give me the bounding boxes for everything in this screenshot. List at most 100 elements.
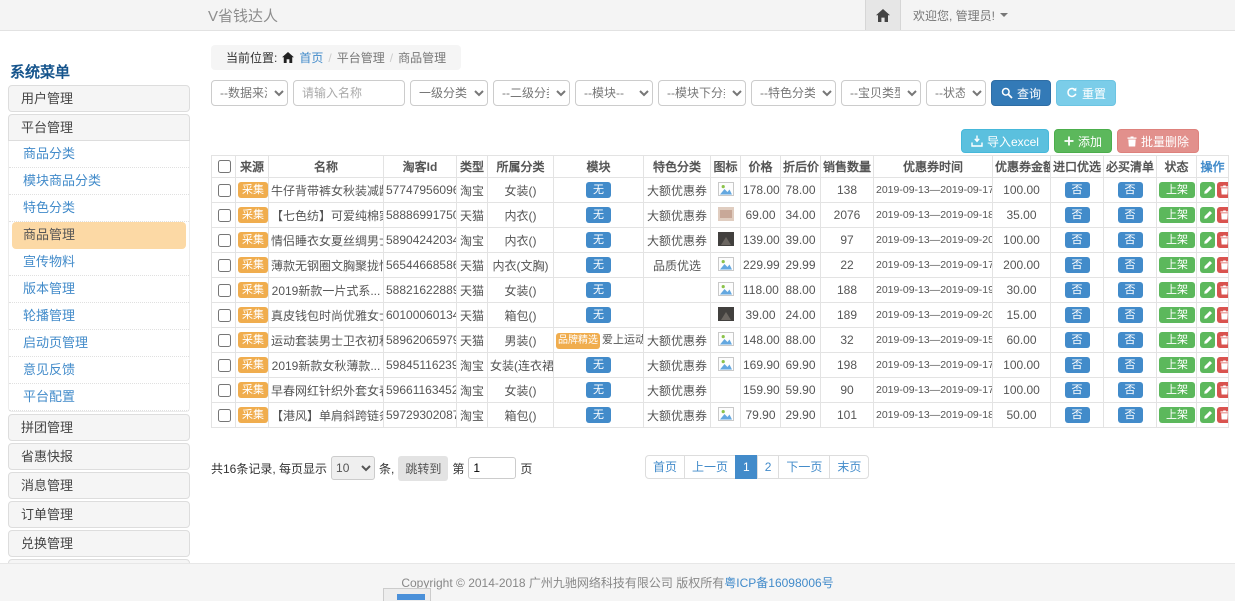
edit-button[interactable] xyxy=(1200,182,1215,198)
category-cell: 男装() xyxy=(488,328,554,353)
import-button-label: 导入excel xyxy=(987,133,1039,150)
sidebar-group[interactable]: 订单管理 xyxy=(8,501,190,528)
status-select[interactable]: --状态-- xyxy=(926,80,986,106)
pager-prev[interactable]: 上一页 xyxy=(684,455,736,479)
edit-button[interactable] xyxy=(1200,257,1215,273)
delete-button[interactable] xyxy=(1217,182,1229,198)
source-badge: 采集 xyxy=(238,307,268,323)
feature-cell: 大额优惠券 xyxy=(644,228,711,253)
delete-button[interactable] xyxy=(1217,357,1229,373)
pager-next[interactable]: 下一页 xyxy=(778,455,830,479)
coupon-time-cell: 2019-09-13—2019-09-20 xyxy=(874,303,993,328)
row-select-cell xyxy=(212,253,236,278)
taoke-id-cell: 565446685867 xyxy=(384,253,457,278)
icp-link[interactable]: 粤ICP备16098006号 xyxy=(724,574,833,591)
category-cell: 内衣() xyxy=(488,228,554,253)
coupon-amount-cell: 100.00 xyxy=(993,378,1051,403)
row-checkbox[interactable] xyxy=(218,409,231,422)
row-checkbox[interactable] xyxy=(218,259,231,272)
sidebar-item[interactable]: 平台配置 xyxy=(9,384,189,411)
sidebar-group-expanded[interactable]: 平台管理 xyxy=(8,114,190,141)
sidebar-group[interactable]: 拼团管理 xyxy=(8,414,190,441)
sidebar-group[interactable]: 兑换管理 xyxy=(8,530,190,557)
delete-button[interactable] xyxy=(1217,307,1229,323)
row-checkbox[interactable] xyxy=(218,309,231,322)
name-cell: 真皮钱包时尚优雅女士... xyxy=(269,303,384,328)
status-badge: 上架 xyxy=(1159,357,1195,373)
module-subcategory-select[interactable]: --模块下分类-- xyxy=(658,80,746,106)
delete-button[interactable] xyxy=(1217,257,1229,273)
module-none-badge: 无 xyxy=(586,282,611,298)
user-menu[interactable]: 欢迎您, 管理员! xyxy=(901,0,1020,30)
edit-button[interactable] xyxy=(1200,357,1215,373)
sidebar-item[interactable]: 启动页管理 xyxy=(9,330,189,357)
breadcrumb-home-link[interactable]: 首页 xyxy=(299,49,323,66)
jump-button[interactable]: 跳转到 xyxy=(398,456,448,481)
sidebar-item[interactable]: 特色分类 xyxy=(9,195,189,222)
data-source-select[interactable]: --数据来源-- xyxy=(211,80,288,106)
edit-button[interactable] xyxy=(1200,407,1215,423)
sidebar-item[interactable]: 宣传物料 xyxy=(9,249,189,276)
edit-button[interactable] xyxy=(1200,382,1215,398)
sidebar-item[interactable]: 轮播管理 xyxy=(9,303,189,330)
jump-page-input[interactable] xyxy=(468,457,516,479)
discount-price-cell: 88.00 xyxy=(781,328,821,353)
delete-button[interactable] xyxy=(1217,207,1229,223)
sidebar-group[interactable]: 消息管理 xyxy=(8,472,190,499)
edit-button[interactable] xyxy=(1200,282,1215,298)
column-header: 进口优选 xyxy=(1051,156,1104,178)
sidebar-item[interactable]: 模块商品分类 xyxy=(9,168,189,195)
name-input[interactable] xyxy=(293,80,405,106)
row-checkbox[interactable] xyxy=(218,359,231,372)
edit-button[interactable] xyxy=(1200,207,1215,223)
row-checkbox[interactable] xyxy=(218,334,231,347)
row-checkbox[interactable] xyxy=(218,234,231,247)
edit-button[interactable] xyxy=(1200,332,1215,348)
sidebar-group[interactable]: 用户管理 xyxy=(8,85,190,112)
row-checkbox[interactable] xyxy=(218,184,231,197)
pager-last[interactable]: 末页 xyxy=(829,455,869,479)
feature-category-select[interactable]: --特色分类-- xyxy=(751,80,836,106)
feature-cell: 大额优惠券 xyxy=(644,203,711,228)
import-excel-button[interactable]: 导入excel xyxy=(961,129,1049,153)
edit-icon xyxy=(1203,210,1213,220)
sales-cell: 2076 xyxy=(821,203,874,228)
coupon-time-cell: 2019-09-13—2019-09-18 xyxy=(874,203,993,228)
delete-button[interactable] xyxy=(1217,232,1229,248)
edit-button[interactable] xyxy=(1200,232,1215,248)
item-type-select[interactable]: --宝贝类型-- xyxy=(841,80,921,106)
level2-category-select[interactable]: --二级分类-- xyxy=(493,80,570,106)
sidebar-group[interactable]: 省惠快报 xyxy=(8,443,190,470)
import-select-cell: 否 xyxy=(1051,253,1104,278)
delete-button[interactable] xyxy=(1217,382,1229,398)
bulk-delete-button[interactable]: 批量删除 xyxy=(1117,129,1199,153)
pager-first[interactable]: 首页 xyxy=(645,455,685,479)
row-checkbox[interactable] xyxy=(218,209,231,222)
home-button[interactable] xyxy=(865,0,901,30)
per-page-select[interactable]: 10 xyxy=(331,456,375,480)
select-all-checkbox[interactable] xyxy=(218,160,231,173)
sidebar-item[interactable]: 商品分类 xyxy=(9,141,189,168)
reset-button[interactable]: 重置 xyxy=(1056,80,1116,106)
module-none-badge: 无 xyxy=(586,257,611,273)
sidebar-item[interactable]: 商品管理 xyxy=(12,222,186,249)
pager-page-2[interactable]: 2 xyxy=(757,455,780,479)
level1-category-select[interactable]: 一级分类 xyxy=(410,80,488,106)
topbar: V省钱达人 欢迎您, 管理员! xyxy=(0,0,1235,31)
module-select[interactable]: --模块-- xyxy=(575,80,653,106)
sidebar-item[interactable]: 意见反馈 xyxy=(9,357,189,384)
table-header-row: 来源名称淘客Id类型所属分类模块特色分类图标价格折后价销售数量优惠券时间优惠券金… xyxy=(212,156,1229,178)
delete-button[interactable] xyxy=(1217,407,1229,423)
sidebar-item[interactable]: 版本管理 xyxy=(9,276,189,303)
row-checkbox[interactable] xyxy=(218,384,231,397)
edit-button[interactable] xyxy=(1200,307,1215,323)
delete-button[interactable] xyxy=(1217,282,1229,298)
add-button[interactable]: 添加 xyxy=(1054,129,1112,153)
search-button[interactable]: 查询 xyxy=(991,80,1051,106)
row-checkbox[interactable] xyxy=(218,284,231,297)
ops-cell xyxy=(1197,353,1229,378)
status-cell: 上架 xyxy=(1157,278,1197,303)
coupon-amount-cell: 100.00 xyxy=(993,228,1051,253)
pager-page-1[interactable]: 1 xyxy=(735,455,758,479)
delete-button[interactable] xyxy=(1217,332,1229,348)
